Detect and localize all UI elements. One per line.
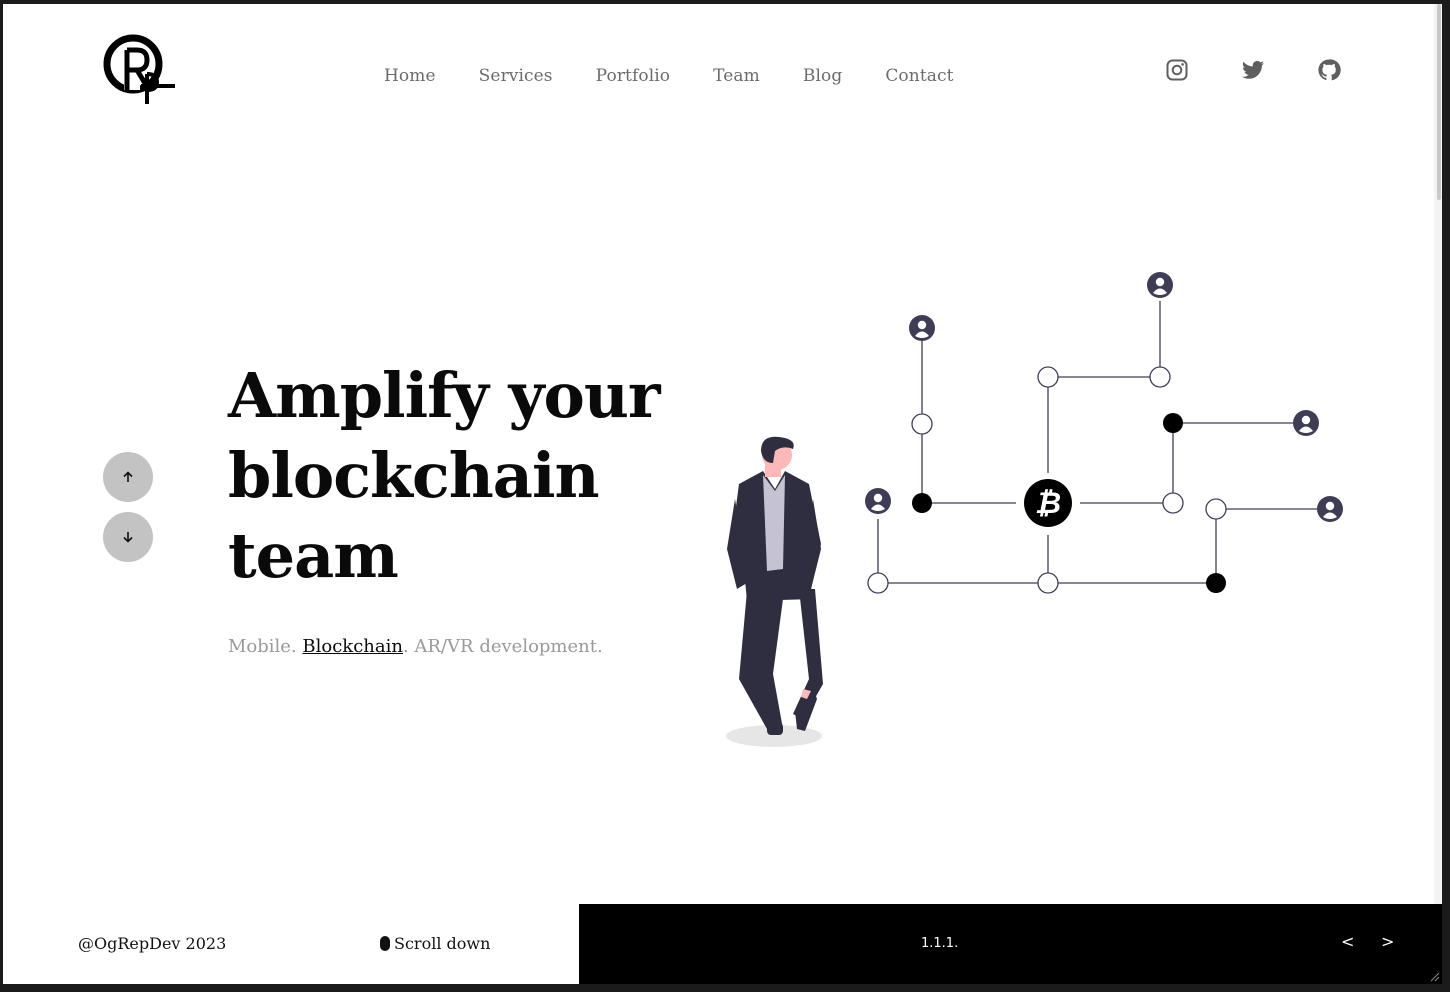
user-icon (1147, 272, 1173, 298)
user-icon (1317, 496, 1343, 522)
scroll-down-link[interactable]: Scroll down (380, 934, 490, 953)
svg-text:₿: ₿ (1035, 486, 1061, 521)
nav-team[interactable]: Team (713, 66, 760, 86)
page-frame: Home Services Portfolio Team Blog Contac… (3, 4, 1442, 984)
scroll-down-button[interactable] (103, 512, 153, 562)
user-icon (865, 488, 891, 514)
nav-contact[interactable]: Contact (885, 66, 953, 86)
nav-services[interactable]: Services (479, 66, 553, 86)
scrollbar-thumb[interactable] (1437, 4, 1441, 200)
social-links (1165, 58, 1393, 82)
prev-slide-button[interactable]: < (1341, 932, 1354, 951)
slide-number: 1.1.1. (921, 936, 959, 951)
node-filled (912, 493, 932, 513)
arrow-up-icon (123, 471, 133, 482)
hero-title-line-2: blockchain (228, 439, 600, 512)
node-filled (1206, 573, 1226, 593)
person-illustration (726, 436, 823, 747)
blockchain-link[interactable]: Blockchain (302, 636, 403, 657)
network-lines (877, 301, 1318, 584)
bitcoin-icon: ₿ (1024, 479, 1072, 527)
twitter-icon[interactable] (1241, 58, 1265, 82)
nav-portfolio[interactable]: Portfolio (596, 66, 670, 86)
logo[interactable] (103, 34, 177, 106)
node (1037, 366, 1059, 388)
footer-slider-bar: 1.1.1. < > (579, 904, 1442, 984)
hero-title-line-3: team (228, 519, 399, 592)
main-nav: Home Services Portfolio Team Blog Contac… (384, 66, 997, 86)
github-icon[interactable] (1317, 58, 1341, 82)
mouse-icon (380, 936, 390, 951)
instagram-icon[interactable] (1165, 58, 1189, 82)
nav-blog[interactable]: Blog (803, 66, 842, 86)
user-icons (865, 272, 1343, 522)
node-filled (1163, 413, 1183, 433)
node (1162, 492, 1184, 514)
hero-sub-prefix: Mobile. (228, 636, 303, 657)
hero-title-line-1: Amplify your (228, 359, 661, 432)
copyright-text: @OgRepDev 2023 (78, 934, 227, 953)
node (1149, 366, 1171, 388)
hero-subtitle: Mobile. Blockchain. AR/VR development. (228, 636, 603, 657)
node (911, 413, 933, 435)
arrow-down-icon (123, 532, 133, 543)
resize-handle-icon[interactable] (1428, 970, 1440, 982)
node (1205, 498, 1227, 520)
scroll-up-button[interactable] (103, 452, 153, 502)
user-icon (1293, 410, 1319, 436)
node (1037, 572, 1059, 594)
hero-title: Amplify your blockchain team (228, 356, 698, 596)
next-slide-button[interactable]: > (1381, 932, 1394, 951)
scroll-down-label: Scroll down (394, 934, 491, 953)
node (867, 572, 889, 594)
scrollbar[interactable] (1434, 4, 1442, 904)
hero-sub-suffix: . AR/VR development. (402, 636, 603, 657)
nav-home[interactable]: Home (384, 66, 436, 86)
blockchain-illustration: ₿ (726, 272, 1343, 747)
user-icon (909, 315, 935, 341)
